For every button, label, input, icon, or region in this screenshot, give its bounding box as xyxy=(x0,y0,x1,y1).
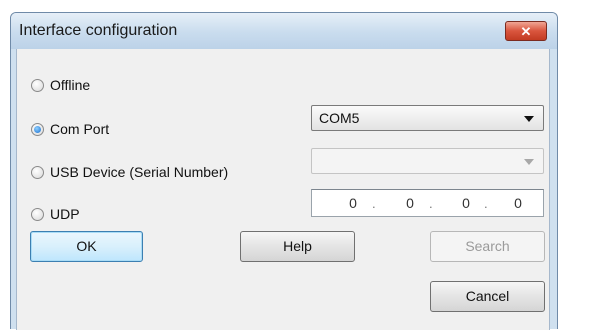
ip-octet-2[interactable]: 0 xyxy=(395,195,425,211)
udp-radio[interactable] xyxy=(31,207,44,221)
usb-device-option[interactable]: USB Device (Serial Number) xyxy=(31,162,228,182)
search-button[interactable]: Search xyxy=(430,231,545,262)
dialog-client-area: Offline Com Port USB Device (Serial Numb… xyxy=(16,49,550,330)
com-port-radio[interactable] xyxy=(31,122,44,136)
ip-dot-separator: . xyxy=(429,196,433,211)
close-button[interactable]: ✕ xyxy=(505,21,547,41)
interface-configuration-dialog: Interface configuration ✕ Offline Com Po… xyxy=(10,12,558,330)
com-port-option[interactable]: Com Port xyxy=(31,119,109,139)
usb-device-label: USB Device (Serial Number) xyxy=(50,164,229,180)
usb-device-select[interactable] xyxy=(311,148,544,174)
help-button[interactable]: Help xyxy=(240,231,355,262)
offline-option[interactable]: Offline xyxy=(31,75,90,95)
title-bar[interactable]: Interface configuration ✕ xyxy=(11,13,557,49)
ip-dot-separator: . xyxy=(372,196,376,211)
com-port-label: Com Port xyxy=(50,121,110,137)
com-port-select-value: COM5 xyxy=(319,110,360,126)
ip-dot-separator: . xyxy=(484,196,488,211)
udp-ip-address-field[interactable]: 0 . 0 . 0 . 0 xyxy=(311,189,544,217)
ip-octet-3[interactable]: 0 xyxy=(451,195,481,211)
offline-radio[interactable] xyxy=(31,78,44,92)
ip-octet-4[interactable]: 0 xyxy=(503,195,533,211)
close-icon: ✕ xyxy=(520,23,532,39)
dialog-title: Interface configuration xyxy=(19,22,178,39)
udp-option[interactable]: UDP xyxy=(31,204,80,224)
udp-label: UDP xyxy=(50,206,80,222)
offline-label: Offline xyxy=(50,77,91,93)
ok-button[interactable]: OK xyxy=(30,231,143,262)
cancel-button[interactable]: Cancel xyxy=(430,281,545,312)
chevron-down-icon xyxy=(524,159,534,165)
ip-octet-1[interactable]: 0 xyxy=(338,195,368,211)
chevron-down-icon xyxy=(524,116,534,122)
com-port-select[interactable]: COM5 xyxy=(311,105,544,131)
usb-device-radio[interactable] xyxy=(31,165,44,179)
